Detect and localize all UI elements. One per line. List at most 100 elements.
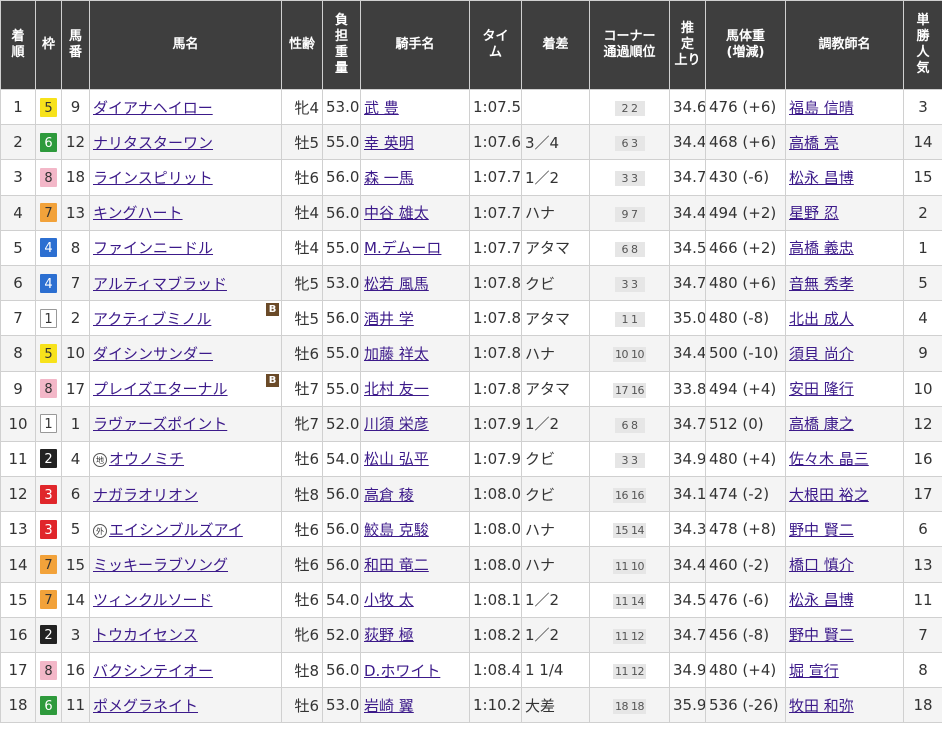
time-cell: 1:08.0 xyxy=(469,511,522,548)
horse-cell: ダイアナヘイロー xyxy=(89,88,282,126)
horse-name-link[interactable]: ミッキーラブソング xyxy=(93,556,228,574)
jockey-link[interactable]: 酒井 学 xyxy=(364,310,414,328)
horse-name-link[interactable]: ポメグラネイト xyxy=(93,697,198,715)
jockey-link[interactable]: 鮫島 克駿 xyxy=(364,521,429,539)
trainer-link[interactable]: 北出 成人 xyxy=(789,310,854,328)
frame-cell: 8 xyxy=(35,370,62,407)
horse-name-link[interactable]: アクティブミノル xyxy=(93,310,211,328)
rank-cell: 1 xyxy=(0,88,36,126)
horse-name-link[interactable]: キングハート xyxy=(93,204,183,222)
trainer-link[interactable]: 大根田 裕之 xyxy=(789,486,869,504)
jockey-link[interactable]: 森 一馬 xyxy=(364,169,414,187)
frame-badge: 8 xyxy=(40,660,57,680)
trainer-link[interactable]: 野中 賢二 xyxy=(789,626,854,644)
horse-name-link[interactable]: ダイシンサンダー xyxy=(93,345,213,363)
trainer-link[interactable]: 佐々木 晶三 xyxy=(789,450,869,468)
header-number[interactable]: 馬番 xyxy=(61,0,90,90)
body-weight-cell: 468 (+6) xyxy=(705,124,786,161)
jockey-link[interactable]: 和田 竜二 xyxy=(364,556,429,574)
number-cell: 13 xyxy=(61,194,90,231)
trainer-cell: 野中 賢二 xyxy=(785,511,904,548)
header-time[interactable]: タイム xyxy=(469,0,522,90)
header-weight-carried[interactable]: 負担重量 xyxy=(322,0,361,90)
header-popularity[interactable]: 単勝人気 xyxy=(903,0,942,90)
trainer-link[interactable]: 橋口 慎介 xyxy=(789,556,854,574)
trainer-link[interactable]: 松永 昌博 xyxy=(789,591,854,609)
body-weight-cell: 466 (+2) xyxy=(705,229,786,266)
horse-name-link[interactable]: ナガラオリオン xyxy=(93,486,198,504)
jockey-cell: 鮫島 克駿 xyxy=(360,511,470,548)
horse-name-link[interactable]: ナリタスターワン xyxy=(93,134,213,152)
blinker-icon: B xyxy=(266,303,279,317)
header-horse[interactable]: 馬名 xyxy=(89,0,282,90)
trainer-link[interactable]: 星野 忍 xyxy=(789,204,839,222)
time-cell: 1:07.6 xyxy=(469,124,522,161)
trainer-link[interactable]: 安田 隆行 xyxy=(789,380,854,398)
jockey-link[interactable]: 松若 風馬 xyxy=(364,275,429,293)
trainer-link[interactable]: 音無 秀孝 xyxy=(789,275,854,293)
jockey-link[interactable]: M.デムーロ xyxy=(364,239,441,257)
blinker-icon: B xyxy=(266,373,279,387)
popularity-cell: 4 xyxy=(903,300,942,337)
jockey-link[interactable]: D.ホワイト xyxy=(364,662,440,680)
jockey-link[interactable]: 松山 弘平 xyxy=(364,450,429,468)
corner-cell: 10 10 xyxy=(589,335,670,372)
jockey-link[interactable]: 北村 友一 xyxy=(364,380,429,398)
header-row: 着順 枠 馬番 馬名 性齢 負担重量 騎手名 タイム 着差 コーナー 通過順位 推… xyxy=(0,0,942,90)
jockey-link[interactable]: 中谷 雄太 xyxy=(364,204,429,222)
jockey-cell: 森 一馬 xyxy=(360,159,470,196)
frame-cell: 2 xyxy=(35,616,62,654)
jockey-link[interactable]: 加藤 祥太 xyxy=(364,345,429,363)
corner-cell: 6 8 xyxy=(589,405,670,442)
jockey-link[interactable]: 武 豊 xyxy=(364,99,399,117)
last3f-cell: 34.9 xyxy=(669,440,706,478)
corner-positions: 2 2 xyxy=(614,101,645,117)
header-trainer[interactable]: 調教師名 xyxy=(785,0,904,90)
time-cell: 1:07.7 xyxy=(469,194,522,231)
horse-name-link[interactable]: オウノミチ xyxy=(109,450,184,468)
horse-name-link[interactable]: ファインニードル xyxy=(93,239,213,257)
jockey-link[interactable]: 高倉 稜 xyxy=(364,486,414,504)
horse-name-link[interactable]: バクシンテイオー xyxy=(93,662,213,680)
horse-name-link[interactable]: プレイズエターナル xyxy=(93,380,228,398)
trainer-link[interactable]: 高橋 義忠 xyxy=(789,239,854,257)
header-margin[interactable]: 着差 xyxy=(521,0,590,90)
weight-carried-cell: 52.0 xyxy=(322,616,361,654)
header-sex-age[interactable]: 性齢 xyxy=(281,0,323,90)
horse-name-link[interactable]: トウカイセンス xyxy=(93,626,198,644)
header-jockey[interactable]: 騎手名 xyxy=(360,0,470,90)
sex-age-cell: 牡6 xyxy=(281,687,323,724)
table-row: 14 7 15 ミッキーラブソング 牡6 56.0 和田 竜二 1:08.0 ハ… xyxy=(0,546,942,583)
jockey-cell: 岩崎 翼 xyxy=(360,687,470,724)
jockey-link[interactable]: 岩崎 翼 xyxy=(364,697,414,715)
header-body-weight[interactable]: 馬体重 (増減) xyxy=(705,0,786,90)
jockey-link[interactable]: 小牧 太 xyxy=(364,591,414,609)
horse-name-link[interactable]: ラヴァーズポイント xyxy=(93,415,227,433)
header-corner[interactable]: コーナー 通過順位 xyxy=(589,0,670,90)
last3f-cell: 34.7 xyxy=(669,616,706,654)
header-rank[interactable]: 着順 xyxy=(0,0,36,90)
trainer-link[interactable]: 高橋 亮 xyxy=(789,134,839,152)
jockey-link[interactable]: 幸 英明 xyxy=(364,134,414,152)
jockey-link[interactable]: 川須 栄彦 xyxy=(364,415,429,433)
trainer-link[interactable]: 高橋 康之 xyxy=(789,415,854,433)
frame-cell: 4 xyxy=(35,229,62,266)
horse-name-link[interactable]: ラインスピリット xyxy=(93,169,213,187)
trainer-link[interactable]: 福島 信晴 xyxy=(789,99,854,117)
trainer-link[interactable]: 牧田 和弥 xyxy=(789,697,854,715)
horse-name-link[interactable]: ダイアナヘイロー xyxy=(93,99,213,117)
corner-cell: 3 3 xyxy=(589,440,670,478)
horse-name-link[interactable]: アルティマブラッド xyxy=(93,275,227,293)
jockey-link[interactable]: 荻野 極 xyxy=(364,626,414,644)
rank-cell: 8 xyxy=(0,335,36,372)
trainer-link[interactable]: 堀 宣行 xyxy=(789,662,839,680)
header-last3f[interactable]: 推定上り xyxy=(669,0,706,90)
trainer-link[interactable]: 松永 昌博 xyxy=(789,169,854,187)
trainer-link[interactable]: 須貝 尚介 xyxy=(789,345,854,363)
horse-name-link[interactable]: エイシンブルズアイ xyxy=(109,521,243,539)
horse-name-link[interactable]: ツィンクルソード xyxy=(93,591,213,609)
header-frame[interactable]: 枠 xyxy=(35,0,62,90)
trainer-cell: 音無 秀孝 xyxy=(785,264,904,302)
trainer-link[interactable]: 野中 賢二 xyxy=(789,521,854,539)
number-cell: 1 xyxy=(61,405,90,442)
